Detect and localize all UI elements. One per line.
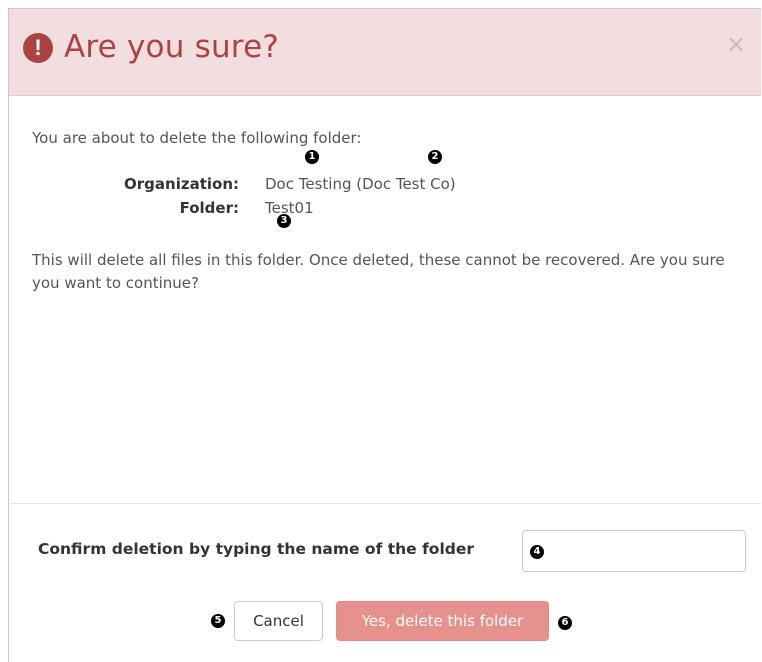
folder-value: Test01: [265, 199, 314, 217]
warning-text: This will delete all files in this folde…: [32, 251, 725, 292]
organization-label: Organization:: [124, 175, 239, 193]
footer-divider: [9, 503, 761, 504]
delete-folder-dialog: ! Are you sure? × You are about to delet…: [8, 8, 761, 662]
annotation-marker-2: 2: [428, 150, 442, 164]
dialog-title: Are you sure?: [64, 29, 279, 65]
folder-label: Folder:: [179, 199, 239, 217]
organization-value: Doc Testing (Doc Test Co): [265, 175, 456, 193]
close-icon[interactable]: ×: [725, 31, 747, 57]
dialog-header: ! Are you sure? ×: [9, 9, 761, 96]
cancel-button[interactable]: Cancel: [234, 601, 323, 641]
annotation-marker-5: 5: [211, 614, 225, 628]
annotation-marker-1: 1: [305, 150, 319, 164]
confirm-folder-name-input[interactable]: [522, 530, 746, 572]
exclamation-circle-icon: !: [23, 33, 53, 63]
intro-text: You are about to delete the following fo…: [32, 129, 362, 147]
annotation-marker-3: 3: [277, 214, 291, 228]
delete-folder-button[interactable]: Yes, delete this folder: [336, 601, 549, 641]
annotation-marker-6: 6: [558, 616, 572, 630]
confirm-label: Confirm deletion by typing the name of t…: [38, 540, 475, 558]
annotation-marker-4: 4: [530, 545, 544, 559]
